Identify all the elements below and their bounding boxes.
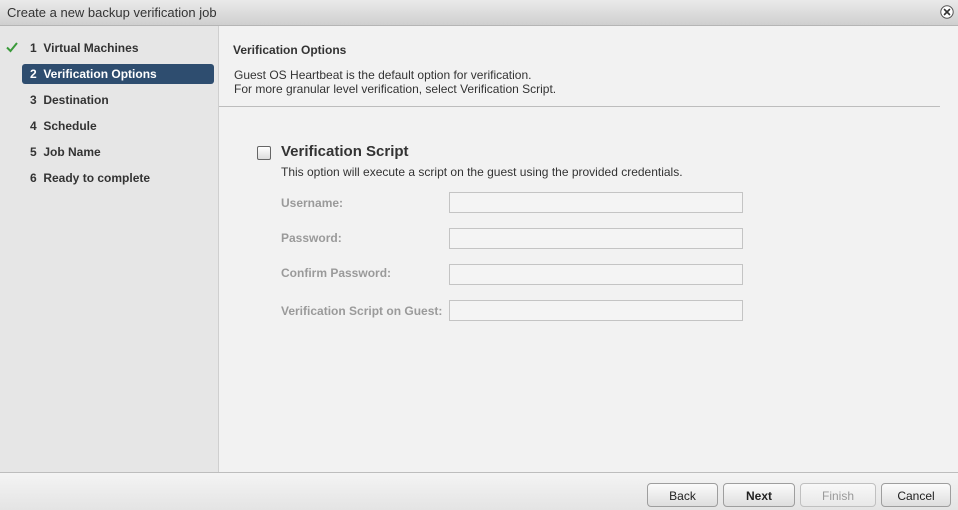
script-on-guest-input[interactable] [449,300,743,321]
password-label: Password: [281,231,342,245]
back-button[interactable]: Back [647,483,718,507]
step-virtual-machines[interactable]: 1 Virtual Machines [22,38,214,58]
checkmark-icon [6,42,18,53]
confirm-password-label: Confirm Password: [281,266,392,280]
step-job-name[interactable]: 5 Job Name [22,142,214,162]
close-icon[interactable] [940,5,954,19]
step-label: 3 Destination [30,93,109,107]
wizard-footer: Back Next Finish Cancel [0,472,958,510]
window-title: Create a new backup verification job [7,5,217,20]
description-line-2: For more granular level verification, se… [234,82,557,96]
password-input[interactable] [449,228,743,249]
cancel-button[interactable]: Cancel [881,483,951,507]
username-label: Username: [281,196,344,210]
username-input[interactable] [449,192,743,213]
step-schedule[interactable]: 4 Schedule [22,116,214,136]
main-panel: Verification Options Guest OS Heartbeat … [219,26,958,472]
description-line-1: Guest OS Heartbeat is the default option… [234,68,532,82]
verification-script-description: This option will execute a script on the… [281,165,683,179]
confirm-password-input[interactable] [449,264,743,285]
section-header: Verification Options Guest OS Heartbeat … [219,26,940,107]
step-verification-options[interactable]: 2 Verification Options [22,64,214,84]
step-label: 1 Virtual Machines [30,41,139,55]
step-label: 5 Job Name [30,145,101,159]
section-title: Verification Options [233,43,347,57]
script-on-guest-label: Verification Script on Guest: [281,304,443,318]
verification-script-checkbox[interactable] [257,146,271,160]
step-label: 4 Schedule [30,119,97,133]
step-destination[interactable]: 3 Destination [22,90,214,110]
title-bar: Create a new backup verification job [0,0,958,26]
verification-script-title: Verification Script [281,143,409,160]
step-label: 6 Ready to complete [30,171,151,185]
step-ready-to-complete[interactable]: 6 Ready to complete [22,168,214,188]
finish-button[interactable]: Finish [800,483,876,507]
wizard-steps-sidebar: 1 Virtual Machines 2 Verification Option… [0,26,219,472]
next-button[interactable]: Next [723,483,795,507]
step-label: 2 Verification Options [30,67,157,81]
